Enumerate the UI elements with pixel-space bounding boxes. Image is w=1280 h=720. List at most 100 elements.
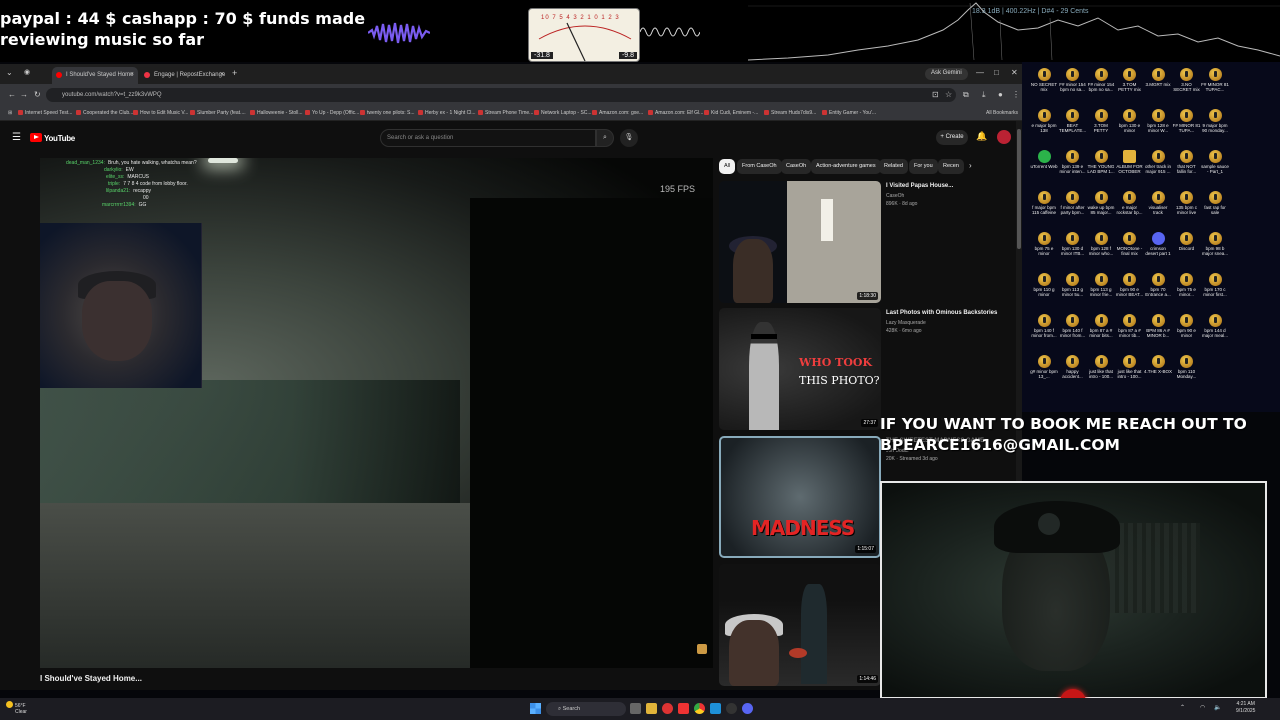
volume-icon[interactable]: 🔈	[1214, 704, 1221, 711]
desktop-shortcut[interactable]: BEAT TEMPLATE...	[1059, 109, 1087, 149]
desktop-shortcut[interactable]: happy accident...	[1059, 355, 1087, 395]
desktop-shortcut[interactable]: bpm 110 Monday...	[1173, 355, 1201, 395]
bookmark-item[interactable]: Herby ex - 1 Night Cl...	[418, 110, 476, 116]
rec-title[interactable]: Last Photos with Ominous Backstories	[886, 310, 1016, 316]
desktop-shortcut[interactable]: bpm 128 f minor who...	[1087, 232, 1115, 272]
rec-channel[interactable]: Lazy Masquerade	[886, 320, 926, 326]
desktop-shortcut[interactable]: bpm 98 b major snea...	[1201, 232, 1229, 272]
desktop-shortcut[interactable]: bpm 140 f minor from...	[1030, 314, 1058, 354]
chip-from-caseoh[interactable]: From CaseOh	[737, 159, 782, 174]
desktop-shortcut[interactable]: MONOtone - final mix	[1116, 232, 1144, 272]
bookmark-item[interactable]: Internet Speed Test...	[18, 110, 72, 116]
bookmark-item[interactable]: Kid Cudi, Eminem -...	[704, 110, 758, 116]
bookmark-item[interactable]: Amazon.com: Elf Gl...	[648, 110, 703, 116]
menu-icon[interactable]: ⋮	[1012, 90, 1020, 99]
desktop-shortcut[interactable]: bpm 87 a # minor tib...	[1116, 314, 1144, 354]
minimize-icon[interactable]: —	[976, 68, 984, 77]
desktop-shortcut[interactable]: bpm 139 e minor inten...	[1059, 150, 1087, 190]
install-icon[interactable]: ⊡	[932, 90, 939, 99]
desktop-shortcut[interactable]: f major bpm 115 caffeine	[1030, 191, 1058, 231]
desktop-shortcut[interactable]: bpm 110 g minor	[1030, 273, 1058, 313]
desktop-shortcut[interactable]: just like that intro - 100...	[1087, 355, 1115, 395]
reload-icon[interactable]: ↻	[34, 90, 41, 99]
ask-gemini-button[interactable]: Ask Gemini	[925, 68, 968, 80]
desktop-shortcut[interactable]: bpm 140 f minor from...	[1059, 314, 1087, 354]
recommended-video[interactable]: 1:18:30 I Visited Papas House... CaseOh …	[719, 181, 1019, 305]
create-button[interactable]: + Create	[936, 130, 968, 145]
desktop-shortcut[interactable]: bpm 90 e minor BEAT...	[1116, 273, 1144, 313]
bookmark-item[interactable]: Stream Phone Time...	[478, 110, 533, 116]
chip-for-you[interactable]: For you	[909, 159, 938, 174]
close-tab-icon[interactable]: ×	[220, 71, 224, 78]
desktop-shortcut[interactable]: 3.MGRT mix	[1144, 68, 1172, 108]
desktop-shortcut[interactable]: bpm 75 e minor	[1030, 232, 1058, 272]
system-clock[interactable]: 4:21 AM 9/1/2025	[1236, 701, 1255, 715]
chevron-right-icon[interactable]: ›	[969, 161, 972, 170]
scrollbar-thumb[interactable]	[1017, 129, 1021, 249]
bookmark-item[interactable]: Amazon.com: gxe...	[592, 110, 643, 116]
desktop-shortcut[interactable]: g# minor bpm 13_...	[1030, 355, 1058, 395]
bookmark-item[interactable]: Network Laptop - SC...	[534, 110, 592, 116]
bookmark-item[interactable]: Halloweenie - Stoll...	[250, 110, 303, 116]
desktop-shortcut[interactable]: fast rap for sale	[1201, 191, 1229, 231]
video-thumbnail[interactable]: WHO TOOK THIS PHOTO? 27:37	[719, 308, 881, 430]
bookmark-item[interactable]: Yo Up - Depp (Offic...	[305, 110, 359, 116]
desktop-shortcut[interactable]: ALBUM FOR OCTOBER	[1116, 150, 1144, 190]
video-thumbnail[interactable]: 1:18:30	[719, 181, 881, 303]
download-icon[interactable]: ⤓	[982, 90, 986, 100]
desktop-shortcut[interactable]: e major bpm 138	[1030, 109, 1058, 149]
microphone-icon[interactable]: 🎙	[620, 129, 638, 147]
desktop-shortcut[interactable]: 3.TOM PETTY	[1087, 109, 1115, 149]
desktop-shortcut[interactable]: 9 major bpm 90 monday...	[1201, 109, 1229, 149]
desktop-shortcut[interactable]: bpm 113 g minor 5u...	[1059, 273, 1087, 313]
obs-icon[interactable]	[726, 703, 737, 714]
chip-caseoh[interactable]: CaseOh	[781, 159, 812, 174]
desktop-shortcut[interactable]: bpm 75 e minor...	[1173, 273, 1201, 313]
account-avatar[interactable]	[997, 130, 1011, 144]
tab-repostexchange[interactable]: Engage | RepostExchange ×	[140, 67, 228, 84]
desktop-shortcut[interactable]: F# MINOR 81 TUPA...	[1173, 109, 1201, 149]
desktop-shortcut[interactable]: bpm 144 d major meal...	[1201, 314, 1229, 354]
desktop-shortcut[interactable]: bpm 90 e minor	[1173, 314, 1201, 354]
tab-youtube-video[interactable]: I Should've Stayed Home ×	[52, 67, 138, 84]
hamburger-menu-icon[interactable]: ☰	[12, 132, 21, 143]
profile-icon[interactable]: ◉	[24, 68, 30, 76]
opera-icon[interactable]	[662, 703, 673, 714]
rec-title[interactable]: I Visited Papas House...	[886, 183, 1016, 189]
bookmark-item[interactable]: twenty one pilots: S...	[360, 110, 415, 116]
bookmark-item[interactable]: Cooperated the Club...	[76, 110, 133, 116]
taskbar-search[interactable]: ⌕ Search	[546, 702, 626, 716]
desktop-shortcut[interactable]: crimson desert part 1	[1144, 232, 1172, 272]
desktop-shortcut[interactable]: 135 bpm c minor live	[1173, 191, 1201, 231]
chip-all[interactable]: All	[719, 159, 736, 174]
desktop-shortcut[interactable]: bpm 170 c minor first...	[1201, 273, 1229, 313]
desktop-shortcut[interactable]: just like that intro - 100...	[1116, 355, 1144, 395]
url-input[interactable]: youtube.com/watch?v=t_zz9k3vWPQ	[46, 88, 956, 102]
desktop-shortcut[interactable]: bpm 130 e minor	[1116, 109, 1144, 149]
bookmark-item[interactable]: Stream Huds7dis9...	[764, 110, 816, 116]
discord-icon[interactable]	[742, 703, 753, 714]
notifications-bell-icon[interactable]: 🔔	[976, 131, 987, 142]
desktop-shortcut[interactable]: bpm 113 g minor frie...	[1087, 273, 1115, 313]
search-icon[interactable]: ⌕	[596, 129, 614, 147]
profile-avatar-icon[interactable]: ●	[998, 90, 1003, 99]
desktop-shortcut[interactable]: that NOT fallin for...	[1173, 150, 1201, 190]
desktop-shortcut[interactable]: bpm 130 d minor ITB...	[1059, 232, 1087, 272]
task-view-icon[interactable]	[630, 703, 641, 714]
desktop-shortcut[interactable]: e major rockstar bp...	[1116, 191, 1144, 231]
apps-icon[interactable]: ⊞	[8, 110, 12, 116]
desktop-shortcut[interactable]: NO SECRET mix	[1030, 68, 1058, 108]
wifi-icon[interactable]: ◠	[1200, 704, 1205, 711]
desktop-shortcut[interactable]: sample sauce - Part_1	[1201, 150, 1229, 190]
desktop-shortcut[interactable]: uTorrent Web	[1030, 150, 1058, 190]
forward-icon[interactable]: →	[20, 90, 28, 99]
file-explorer-icon[interactable]	[646, 703, 657, 714]
desktop-shortcut[interactable]: BPM 86 A # MINOR b...	[1144, 314, 1172, 354]
desktop-shortcut[interactable]: F# minor 154 bpm no sa...	[1087, 68, 1115, 108]
tray-chevron-icon[interactable]: ⌃	[1180, 704, 1185, 711]
desktop-shortcut[interactable]: other track in major 915 ...	[1144, 150, 1172, 190]
desktop-shortcut[interactable]: 4.THE X-BOX	[1144, 355, 1172, 395]
desktop-shortcut[interactable]: bpm 70 Entrance a...	[1144, 273, 1172, 313]
youtube-logo-text[interactable]: YouTube	[44, 134, 75, 143]
chip-action-adventure[interactable]: Action-adventure games	[811, 159, 881, 174]
